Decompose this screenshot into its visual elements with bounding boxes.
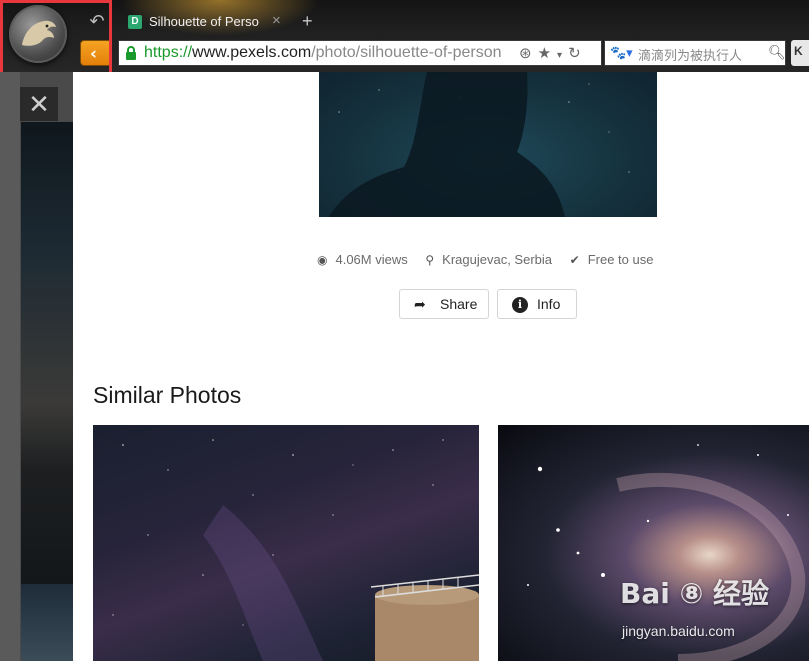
share-label: Share bbox=[440, 296, 478, 312]
main-photo[interactable] bbox=[319, 72, 657, 217]
dropdown-icon[interactable]: ▾ bbox=[557, 50, 562, 61]
info-icon: i bbox=[512, 297, 528, 313]
license-text[interactable]: Free to use bbox=[588, 252, 654, 267]
close-tab-icon[interactable]: × bbox=[272, 12, 281, 29]
views-stat: ◉ 4.06M views bbox=[317, 252, 408, 267]
baidu-watermark-domain: jingyan.baidu.com bbox=[622, 623, 735, 639]
search-box[interactable]: 🐾▾ 滴滴列为被执行人 🔍︎ bbox=[604, 40, 786, 66]
side-photo-preview[interactable] bbox=[21, 122, 73, 634]
share-arrow-icon: ➦ bbox=[414, 296, 426, 312]
check-circle-icon: ✔ bbox=[569, 253, 580, 267]
undo-close-tab-icon[interactable]: ↶ bbox=[86, 10, 108, 32]
tab-silhouette[interactable]: D Silhouette of Perso × bbox=[120, 8, 296, 36]
browser-logo-button[interactable] bbox=[9, 5, 67, 63]
similar-photo-starry-tower[interactable] bbox=[93, 425, 479, 661]
photo-stats: ◉ 4.06M views ⚲ Kragujevac, Serbia ✔ Free t… bbox=[317, 252, 667, 267]
silhouette-image bbox=[329, 72, 630, 217]
side-photo-preview-2[interactable] bbox=[21, 584, 73, 661]
url-protocol: https:// bbox=[144, 44, 193, 61]
search-icon[interactable]: 🔍︎ bbox=[768, 44, 786, 61]
lock-icon bbox=[126, 46, 136, 60]
side-panel: ✕ bbox=[0, 72, 73, 661]
cheetah-logo-icon bbox=[22, 20, 56, 46]
info-label: Info bbox=[537, 296, 561, 312]
back-button[interactable]: ‹ bbox=[81, 41, 111, 65]
extension-button[interactable]: K bbox=[791, 40, 809, 66]
similar-photos-heading: Similar Photos bbox=[93, 382, 242, 408]
starry-sky-image bbox=[112, 439, 479, 661]
share-button[interactable]: ➦ Share bbox=[399, 289, 489, 319]
side-panel-strip bbox=[0, 72, 20, 661]
extension-label: K bbox=[794, 44, 803, 58]
map-pin-icon: ⚲ bbox=[425, 253, 435, 267]
views-count: 4.06M views bbox=[335, 252, 408, 267]
tab-favicon-icon: D bbox=[128, 15, 142, 29]
tab-title: Silhouette of Perso bbox=[149, 14, 259, 29]
search-input[interactable]: 滴滴列为被执行人 bbox=[638, 45, 763, 64]
info-button[interactable]: i Info bbox=[497, 289, 577, 319]
location-text[interactable]: Kragujevac, Serbia bbox=[442, 252, 552, 267]
license-stat[interactable]: ✔ Free to use bbox=[570, 252, 654, 267]
eye-icon: ◉ bbox=[317, 253, 328, 267]
baidu-watermark: Bai ⑧ 经验 bbox=[620, 577, 770, 610]
chevron-left-icon: ‹ bbox=[90, 44, 98, 64]
close-panel-icon[interactable]: ✕ bbox=[20, 87, 58, 121]
refresh-icon[interactable]: ↻ bbox=[568, 44, 581, 62]
url-host: www.pexels.com bbox=[192, 44, 312, 61]
url-text[interactable]: https://www.pexels.com/photo/silhouette-… bbox=[144, 44, 519, 62]
url-path: /photo/silhouette-of-person bbox=[311, 44, 502, 61]
address-bar-actions: ⊛ ★ ▾ ↻ bbox=[519, 44, 587, 62]
speed-mode-icon[interactable]: ⊛ bbox=[519, 44, 532, 62]
new-tab-button[interactable]: + bbox=[302, 11, 313, 32]
address-bar[interactable]: https://www.pexels.com/photo/silhouette-… bbox=[118, 40, 602, 66]
bookmark-star-icon[interactable]: ★ bbox=[538, 44, 551, 62]
baidu-paw-icon[interactable]: 🐾▾ bbox=[610, 45, 633, 61]
browser-toolbar: ↶ ‹ D Silhouette of Perso × + https://ww… bbox=[0, 0, 809, 87]
location-stat[interactable]: ⚲ Kragujevac, Serbia bbox=[425, 252, 552, 267]
